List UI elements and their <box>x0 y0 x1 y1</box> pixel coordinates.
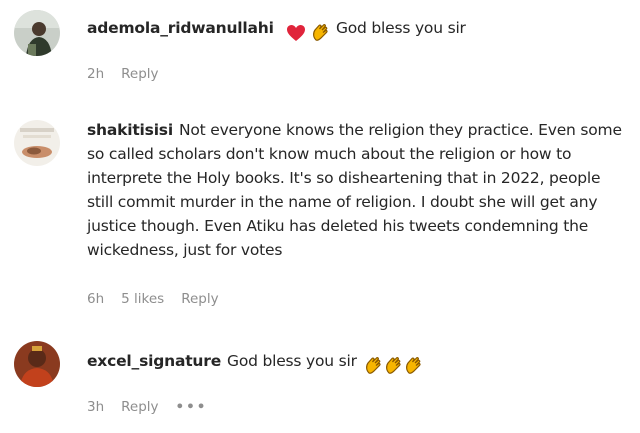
comment-text: God bless you sir <box>227 352 357 370</box>
comment-body: excel_signature God bless you sir <box>87 349 630 377</box>
comment-meta: 6h 5 likes Reply <box>87 291 236 307</box>
comment-item: excel_signature God bless you sir 3h Reply… <box>14 341 630 421</box>
comment-meta: 3h Reply ••• <box>87 399 224 415</box>
clapping-hands-emoji-icon <box>385 356 401 374</box>
reply-button[interactable]: Reply <box>121 399 158 415</box>
comment-body: shakitisisi Not everyone knows the religi… <box>87 118 630 262</box>
clapping-hands-emoji-icon <box>405 356 421 374</box>
comment-text: God bless you sir <box>335 19 466 37</box>
emoji-group <box>364 353 424 377</box>
comment-username[interactable]: excel_signature <box>87 352 221 370</box>
comment-time: 6h <box>87 291 105 307</box>
emoji-group <box>286 20 331 44</box>
comment-time: 3h <box>87 399 105 415</box>
comment-text: Not everyone knows the religion they pra… <box>87 121 622 259</box>
avatar[interactable] <box>14 10 60 56</box>
comment-body: ademola_ridwanullahi God bless you sir <box>87 16 630 44</box>
reply-button[interactable]: Reply <box>121 66 158 82</box>
heart-emoji-icon <box>287 24 306 41</box>
more-options-icon[interactable]: ••• <box>176 399 208 415</box>
avatar[interactable] <box>14 120 60 166</box>
comment-username[interactable]: shakitisisi <box>87 121 173 139</box>
comment-username[interactable]: ademola_ridwanullahi <box>87 19 274 37</box>
comment-item: ademola_ridwanullahi God bless you sir 2… <box>14 10 630 90</box>
likes-count[interactable]: 5 likes <box>121 291 164 307</box>
avatar[interactable] <box>14 341 60 387</box>
comment-time: 2h <box>87 66 105 82</box>
clapping-hands-emoji-icon <box>313 23 328 41</box>
reply-button[interactable]: Reply <box>181 291 218 307</box>
comment-item: shakitisisi Not everyone knows the religi… <box>14 114 630 314</box>
comment-meta: 2h Reply <box>87 66 176 82</box>
clapping-hands-emoji-icon <box>365 356 381 374</box>
